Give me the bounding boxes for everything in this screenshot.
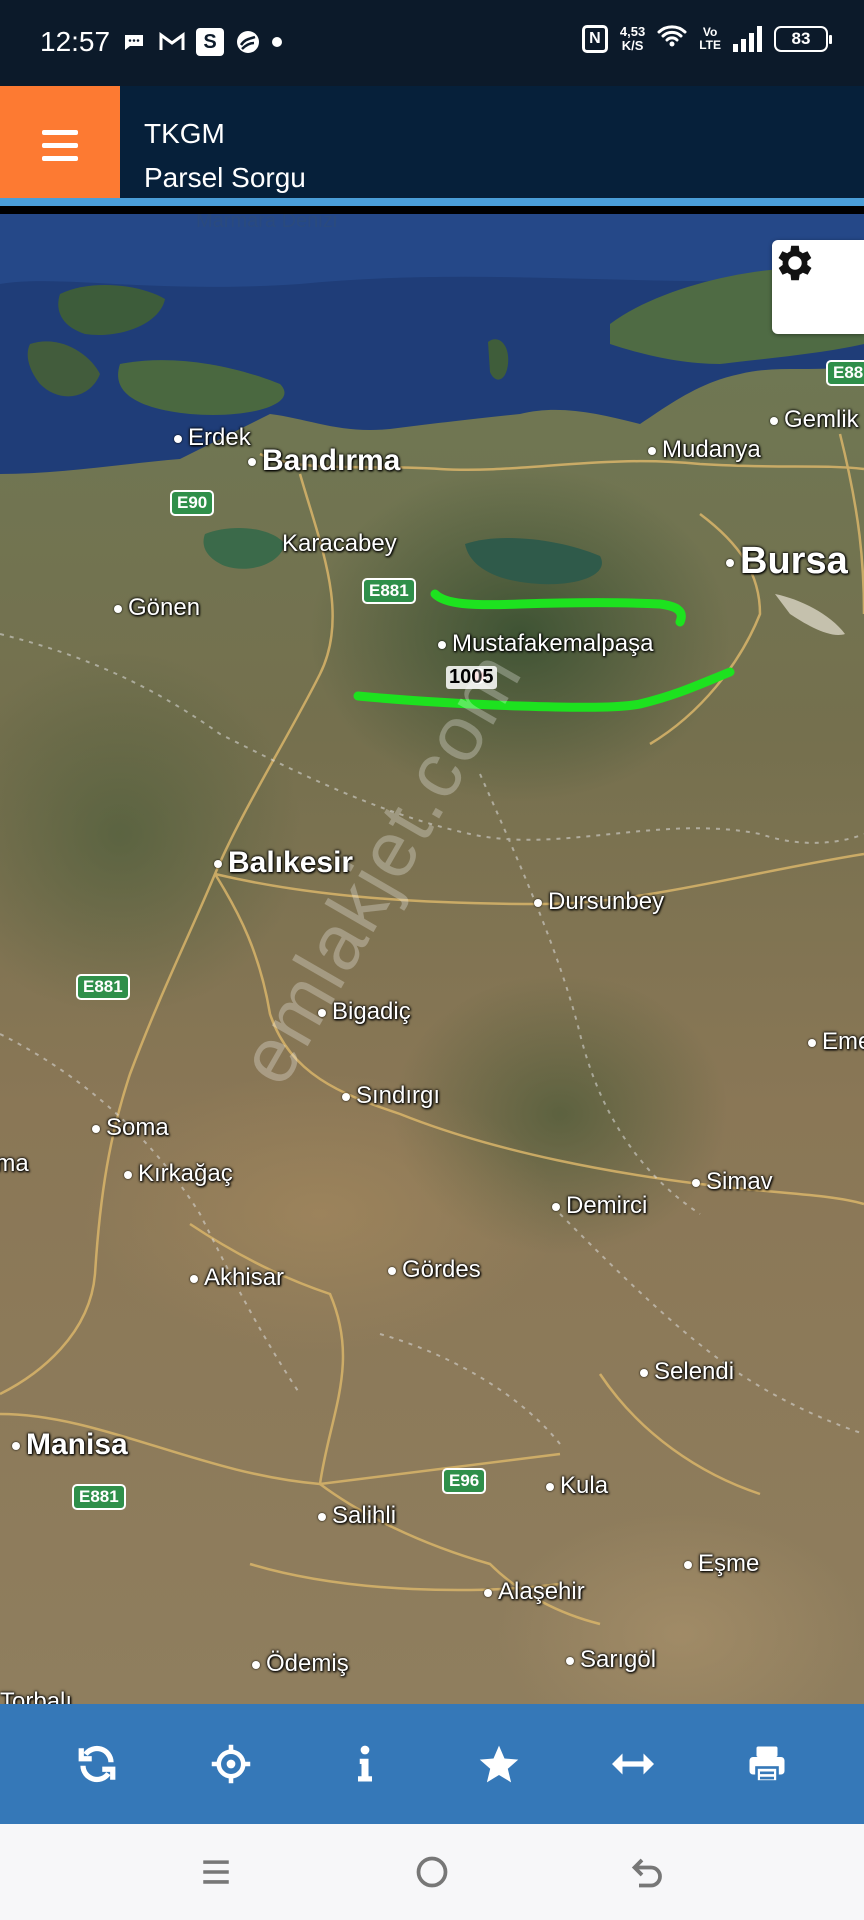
recents-icon [203,1860,229,1884]
city-label: Bandırma [248,444,400,478]
app-bar: TKGM Parsel Sorgu [0,86,864,206]
city-label: Torbalı [0,1688,73,1704]
locate-button[interactable] [191,1724,271,1804]
status-bar: 12:57 S N 4,53 K/S Vo LTE 83 [0,0,864,86]
city-label: Soma [92,1114,169,1142]
info-button[interactable] [325,1724,405,1804]
app-title: TKGM [144,118,225,149]
favorite-button[interactable] [459,1724,539,1804]
city-label: Ödemiş [252,1650,349,1678]
city-label: Gördes [388,1256,481,1284]
volte-top: Vo [702,24,718,39]
refresh-icon [78,1745,116,1783]
city-label: Gönen [114,594,200,622]
city-label: Simav [692,1168,773,1196]
city-label: Manisa [12,1428,128,1462]
settings-button[interactable] [772,240,864,334]
city-label: Sındırgı [342,1082,440,1110]
wifi-icon [657,24,687,53]
arrows-horizontal-icon [612,1753,654,1775]
status-time: 12:57 [40,26,111,57]
city-label: Gemlik [770,406,859,434]
road-badge: E881 [76,974,130,1000]
city-label: Akhisar [190,1264,284,1292]
app-bar-accent-line [0,198,864,206]
signal-icon [733,25,762,52]
city-label: Mudanya [648,436,761,464]
city-label: Erdek [174,424,251,452]
measure-button[interactable] [593,1724,673,1804]
city-label: Selendi [640,1358,734,1386]
road-badge: E90 [170,490,215,516]
road-badge: E881 [362,578,416,604]
city-label: Karacabey [282,530,397,557]
sea-label: Marmara Denizi [196,214,338,232]
s-app-icon: S [196,28,224,56]
city-label: Eşme [684,1550,759,1578]
drawn-marker-top [430,589,686,627]
road-badge: E96 [442,1468,487,1494]
star-icon [479,1745,519,1783]
locate-icon [211,1744,251,1784]
city-label: Soma [0,1150,29,1177]
home-button[interactable] [408,1848,456,1896]
volte-indicator: Vo LTE [699,24,721,52]
city-label: Dursunbey [534,888,664,916]
refresh-button[interactable] [57,1724,137,1804]
city-label: Salihli [318,1502,396,1530]
volte-bottom: LTE [699,37,721,52]
city-label: Alaşehir [484,1578,585,1606]
city-label: Sarıgöl [566,1646,656,1674]
system-icons: N 4,53 K/S Vo LTE 83 [581,23,832,53]
notification-icons: S [120,28,282,56]
menu-icon [42,129,78,135]
road-badge: E881 [72,1484,126,1510]
home-icon [416,1856,448,1888]
net-speed: 4,53 K/S [619,23,646,53]
back-icon [631,1858,662,1888]
back-button[interactable] [624,1848,672,1896]
more-notifications-dot [272,37,282,47]
nfc-icon: N [581,24,608,53]
info-icon [358,1745,372,1782]
drawn-marker-bottom [353,667,735,712]
city-label: Emet [808,1028,864,1056]
battery-indicator: 83 [774,25,832,52]
app-subtitle: Parsel Sorgu [144,162,306,193]
satellite-map[interactable]: Marmara Denizi 1005 Erdek Bandırma Mudan… [0,214,864,1704]
net-speed-value: 4,53 [619,23,646,39]
net-speed-unit: K/S [621,37,644,53]
gmail-icon [158,28,186,56]
print-button[interactable] [727,1724,807,1804]
recents-button[interactable] [192,1848,240,1896]
menu-button[interactable] [0,86,120,204]
bottom-toolbar [0,1704,864,1824]
gear-icon [778,245,812,281]
lake [465,537,602,585]
city-label: Demirci [552,1192,647,1220]
chat-icon [120,28,148,56]
city-label: Bursa [726,540,848,583]
city-label: Kula [546,1472,608,1500]
app-icon [234,28,262,56]
road-badge: E88 [826,360,864,386]
print-icon [749,1746,785,1783]
city-label: Kırkağaç [124,1160,233,1188]
system-nav-bar [0,1824,864,1920]
